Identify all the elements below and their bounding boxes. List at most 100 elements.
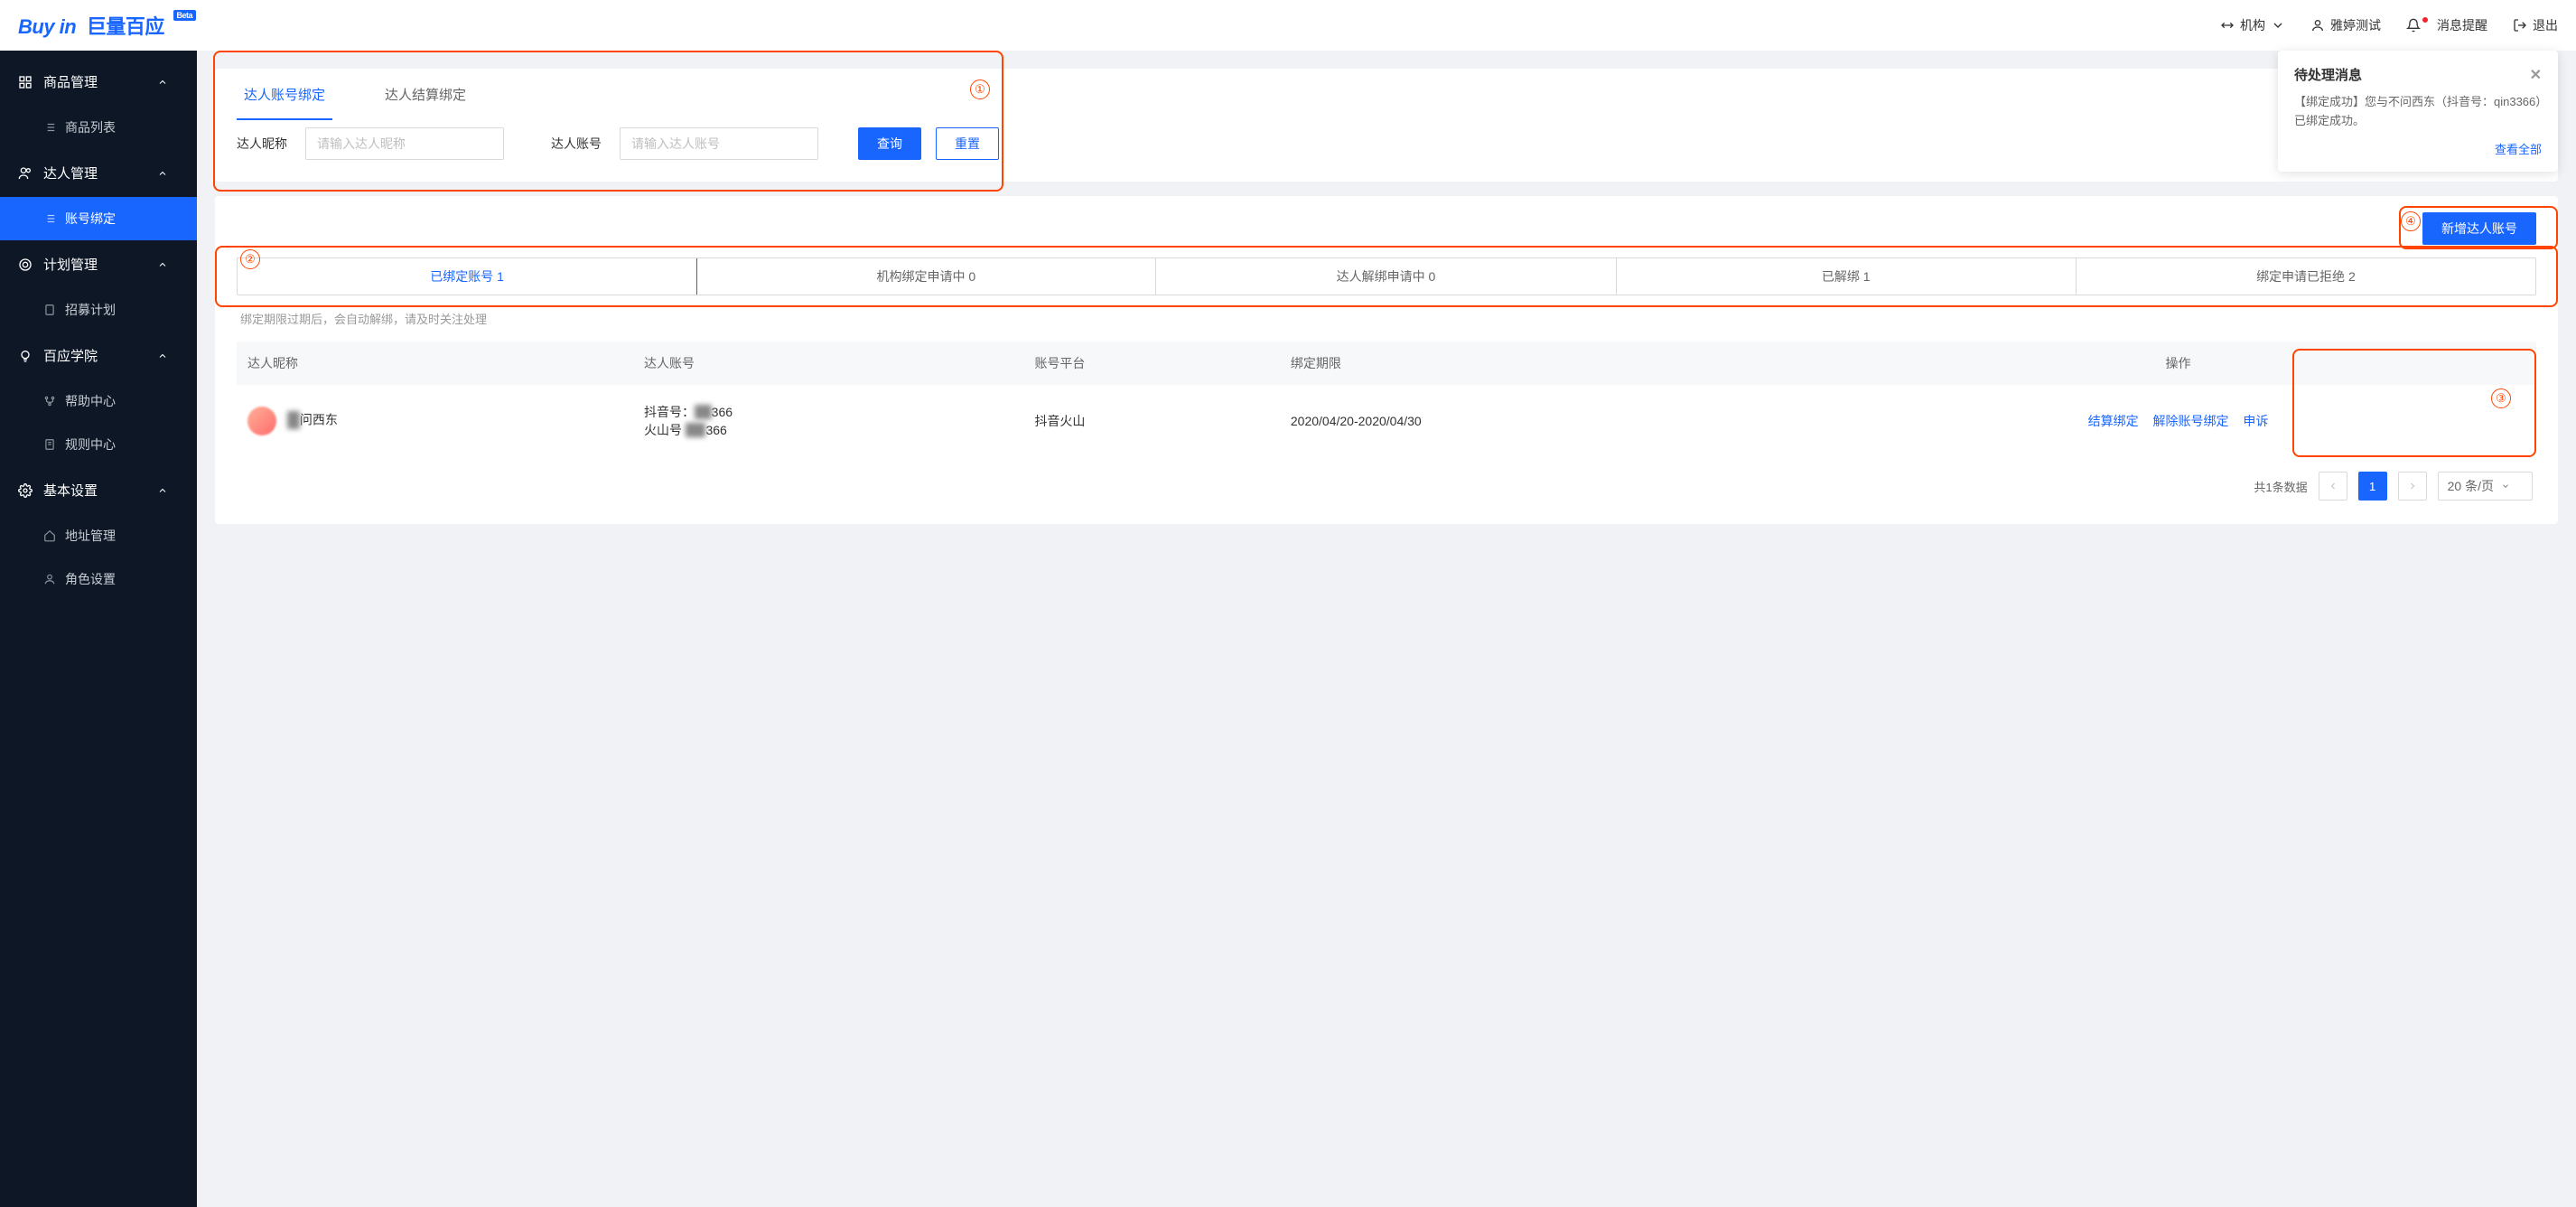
th-account: 达人账号	[633, 342, 1023, 385]
nav-label: 百应学院	[43, 346, 98, 365]
bulb-icon	[18, 349, 33, 363]
cell-ops: 结算绑定 解除账号绑定 申诉	[1820, 385, 2536, 457]
list-icon	[43, 212, 56, 225]
cell-nickname: 不问西东	[237, 385, 633, 457]
home-icon	[43, 529, 56, 542]
chevron-up-icon	[157, 485, 168, 496]
main-content: 待处理消息 ✕ 【绑定成功】您与不问西东（抖音号：qin3366）已绑定成功。 …	[197, 51, 2576, 1207]
filter-card: 达人账号绑定 达人结算绑定 达人昵称 达人账号 查询 重置	[215, 69, 2558, 182]
blurred-text: abc	[686, 423, 706, 437]
sidebar-item-address[interactable]: 地址管理	[0, 514, 197, 557]
notifications[interactable]: 消息提醒	[2406, 16, 2487, 34]
hint-text: 绑定期限过期后，会自动解绑，请及时关注处理	[237, 310, 2536, 342]
query-button[interactable]: 查询	[858, 127, 921, 160]
reset-button[interactable]: 重置	[936, 127, 999, 160]
sidebar-item-account-bind[interactable]: 账号绑定	[0, 197, 197, 240]
popover-header: 待处理消息 ✕	[2294, 65, 2542, 84]
nav-header-settings[interactable]: 基本设置	[0, 466, 197, 514]
nav-item-label: 商品列表	[65, 118, 116, 136]
nav-header-academy[interactable]: 百应学院	[0, 332, 197, 379]
add-account-button[interactable]: 新增达人账号	[2422, 212, 2536, 245]
main-tabs: 达人账号绑定 达人结算绑定	[215, 69, 2558, 120]
close-icon[interactable]: ✕	[2530, 66, 2542, 84]
nickname-label: 达人昵称	[237, 135, 287, 153]
nav-header-products[interactable]: 商品管理	[0, 58, 197, 106]
status-tab-rejected[interactable]: 绑定申请已拒绝 2	[2077, 258, 2535, 295]
header-right: 机构 雅婷测试 消息提醒 退出	[2220, 16, 2558, 34]
table-row: 不问西东 抖音号：qin366 火山号 abc366 抖音火山 2020/04/…	[237, 385, 2536, 457]
logo: Buy in 巨量百应 Beta	[18, 11, 196, 40]
notif-dot	[2422, 17, 2428, 23]
cell-platform: 抖音火山	[1023, 385, 1279, 457]
nav-label: 达人管理	[43, 164, 98, 182]
th-nickname: 达人昵称	[237, 342, 633, 385]
account-line2-prefix: 火山号	[644, 423, 682, 437]
popover-title: 待处理消息	[2294, 65, 2362, 84]
sidebar-item-recruit-plan[interactable]: 招募计划	[0, 288, 197, 332]
notif-label: 消息提醒	[2437, 16, 2487, 34]
user-menu[interactable]: 雅婷测试	[2310, 16, 2381, 34]
top-header: Buy in 巨量百应 Beta 机构 雅婷测试 消息提醒 退出	[0, 0, 2576, 51]
chevron-down-icon	[2501, 482, 2510, 491]
nav-header-talent[interactable]: 达人管理	[0, 149, 197, 197]
page-size-label: 20 条/页	[2448, 477, 2494, 495]
table-card: 新增达人账号 已绑定账号 1 机构绑定申请中 0 达人解绑申请中 0 已解绑 1…	[215, 196, 2558, 524]
account-line2-suffix: 366	[705, 423, 726, 437]
op-settle-bind[interactable]: 结算绑定	[2088, 414, 2139, 428]
account-table: 达人昵称 达人账号 账号平台 绑定期限 操作 不问西东 抖音	[237, 342, 2536, 457]
account-input[interactable]	[620, 127, 818, 160]
blurred-text: qin	[695, 405, 712, 419]
sidebar-item-rule-center[interactable]: 规则中心	[0, 423, 197, 466]
status-tab-unbind-apply[interactable]: 达人解绑申请中 0	[1156, 258, 1616, 295]
nav-item-label: 角色设置	[65, 570, 116, 588]
pager-prev[interactable]	[2319, 472, 2347, 501]
chevron-up-icon	[157, 259, 168, 270]
sidebar-item-help-center[interactable]: 帮助中心	[0, 379, 197, 423]
nav-group-products: 商品管理 商品列表	[0, 58, 197, 149]
nav-item-label: 帮助中心	[65, 392, 116, 410]
list-icon	[43, 121, 56, 134]
status-tab-unbound[interactable]: 已解绑 1	[1617, 258, 2077, 295]
tab-settle-bind[interactable]: 达人结算绑定	[378, 69, 473, 120]
nav-header-plan[interactable]: 计划管理	[0, 240, 197, 288]
bell-icon	[2406, 18, 2421, 33]
user-icon	[2310, 18, 2325, 33]
chevron-right-icon	[2407, 481, 2418, 491]
nav-group-academy: 百应学院 帮助中心 规则中心	[0, 332, 197, 466]
nav-item-label: 规则中心	[65, 435, 116, 454]
nav-label: 商品管理	[43, 72, 98, 91]
org-switcher[interactable]: 机构	[2220, 16, 2285, 34]
op-appeal[interactable]: 申诉	[2243, 414, 2268, 428]
nav-item-label: 账号绑定	[65, 210, 116, 228]
sidebar: 商品管理 商品列表 达人管理 账号绑定 计划管理	[0, 51, 197, 1207]
grid-icon	[18, 75, 33, 89]
logo-beta-badge: Beta	[173, 10, 197, 21]
nav-group-settings: 基本设置 地址管理 角色设置	[0, 466, 197, 601]
pending-message-popover: 待处理消息 ✕ 【绑定成功】您与不问西东（抖音号：qin3366）已绑定成功。 …	[2278, 51, 2558, 172]
nav-item-label: 地址管理	[65, 527, 116, 545]
logo-en: Buy in	[18, 15, 76, 38]
pager-next[interactable]	[2398, 472, 2427, 501]
layout: 商品管理 商品列表 达人管理 账号绑定 计划管理	[0, 51, 2576, 1207]
swap-icon	[2220, 18, 2235, 33]
logout[interactable]: 退出	[2513, 16, 2558, 34]
op-unbind[interactable]: 解除账号绑定	[2153, 414, 2229, 428]
sidebar-item-product-list[interactable]: 商品列表	[0, 106, 197, 149]
tab-account-bind[interactable]: 达人账号绑定	[237, 69, 332, 120]
status-tab-bound[interactable]: 已绑定账号 1	[237, 257, 697, 295]
logout-icon	[2513, 18, 2527, 33]
status-tab-org-apply[interactable]: 机构绑定申请中 0	[696, 258, 1156, 295]
nickname-input[interactable]	[305, 127, 504, 160]
pager-page-1[interactable]: 1	[2358, 472, 2387, 501]
table-header-row: 达人昵称 达人账号 账号平台 绑定期限 操作	[237, 342, 2536, 385]
popover-view-all[interactable]: 查看全部	[2294, 140, 2542, 157]
nav-item-label: 招募计划	[65, 301, 116, 319]
page-size-select[interactable]: 20 条/页	[2438, 472, 2533, 501]
logout-label: 退出	[2533, 16, 2558, 34]
file-icon	[43, 438, 56, 451]
account-line1-prefix: 抖音号：	[644, 405, 695, 419]
pager: 共1条数据 1 20 条/页	[237, 457, 2536, 508]
sidebar-item-role[interactable]: 角色设置	[0, 557, 197, 601]
chevron-left-icon	[2328, 481, 2338, 491]
nickname-visible: 问西东	[300, 413, 338, 427]
